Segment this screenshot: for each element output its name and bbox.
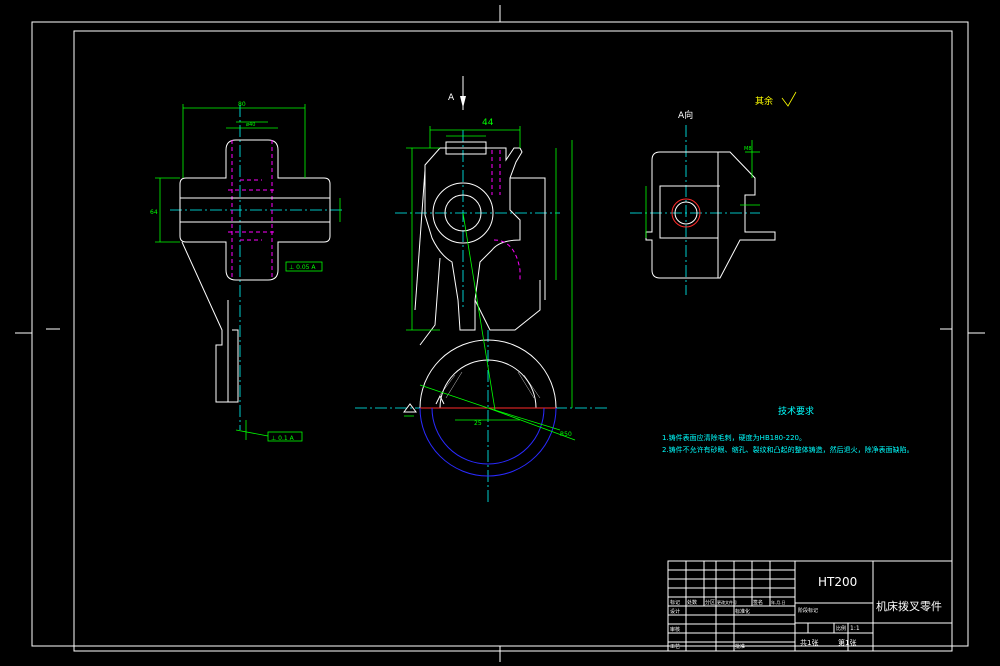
dim-25: 25 bbox=[474, 420, 482, 427]
cad-drawing: 80 ø40 64 ⊥ 0.05 A ⊥ 0.1 A 44 A R50 25 A… bbox=[15, 5, 985, 662]
signature-label: 签名 bbox=[753, 599, 763, 606]
tech-req-item-1: 1.铸件表面应清除毛刺，硬度为HB180-220。 bbox=[662, 433, 806, 442]
dim-m8: M8 bbox=[744, 146, 752, 152]
svg-text:⊥ 0.05 A: ⊥ 0.05 A bbox=[289, 264, 316, 271]
designer-label: 设计 bbox=[670, 608, 680, 615]
dim-r50: R50 bbox=[560, 431, 572, 438]
scale-label: 1:1 bbox=[850, 625, 860, 632]
roughness-other-label: 其余 bbox=[755, 95, 773, 107]
section-a-marker: A bbox=[448, 93, 455, 103]
date-label: 年.月.日 bbox=[771, 599, 786, 605]
count-label: 处数 bbox=[687, 599, 697, 606]
change-doc-label: 更改文件号 bbox=[717, 599, 737, 605]
part-name-label: 机床拨叉零件 bbox=[876, 599, 942, 613]
svg-text:64: 64 bbox=[150, 209, 158, 216]
tech-requirements: 技术要求 1.铸件表面应清除毛刺，硬度为HB180-220。 2.铸件不允许有砂… bbox=[662, 405, 914, 454]
title-block: HT200 机床拨叉零件 1:1 共1张 第1张 标记 处数 分区 更改文件号 … bbox=[667, 560, 953, 652]
standard-label: 标准化 bbox=[735, 608, 750, 615]
marker-label: 标记 bbox=[670, 599, 680, 606]
checker-label: 审核 bbox=[670, 626, 680, 633]
ratio-label: 比例 bbox=[836, 625, 846, 632]
zone-label: 分区 bbox=[705, 599, 715, 606]
svg-text:ø40: ø40 bbox=[246, 122, 255, 128]
right-view-a: A向 其余 M8 bbox=[630, 91, 797, 295]
svg-text:⊥ 0.1 A: ⊥ 0.1 A bbox=[271, 435, 295, 442]
left-view: 80 ø40 64 ⊥ 0.05 A ⊥ 0.1 A bbox=[150, 101, 345, 442]
process-label: 工艺 bbox=[670, 644, 680, 650]
view-a-label: A向 bbox=[678, 109, 693, 121]
svg-text:80: 80 bbox=[238, 101, 246, 108]
front-view: 44 A R50 25 bbox=[355, 76, 610, 505]
sheets-total-label: 共1张 bbox=[800, 638, 818, 647]
stage-label: 阶段标记 bbox=[798, 607, 818, 614]
tech-req-title: 技术要求 bbox=[778, 405, 814, 417]
material-label: HT200 bbox=[818, 575, 857, 589]
tech-req-item-2: 2.铸件不允许有砂眼、缩孔、裂纹和凸起的整体铸造，然后退火，除净表面缺陷。 bbox=[662, 445, 914, 454]
sheet-number-label: 第1张 bbox=[838, 638, 856, 647]
dim-44: 44 bbox=[482, 118, 494, 128]
approve-label: 批准 bbox=[735, 643, 745, 650]
sheet-border bbox=[15, 5, 985, 662]
